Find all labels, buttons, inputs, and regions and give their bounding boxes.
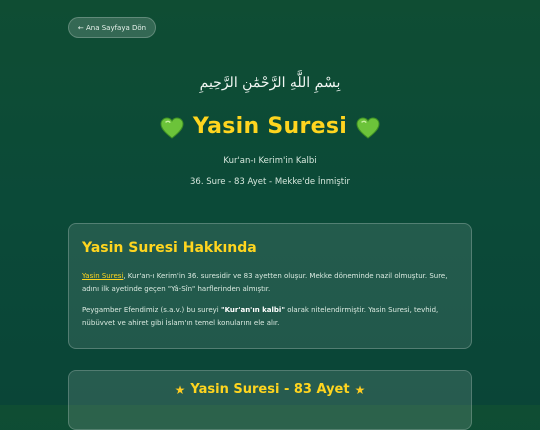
about-title: Yasin Suresi Hakkında [82, 240, 257, 256]
about-highlight: "Kur'an'ın kalbi" [220, 306, 285, 314]
about-paragraph-1-text: , Kur'an-ı Kerim'in 36. suresidir ve 83 … [82, 272, 448, 293]
about-paragraph-2: Peygamber Efendimiz (s.a.v.) bu sureyi "… [82, 304, 458, 330]
green-heart-icon [160, 116, 184, 139]
star-icon: ★ [354, 382, 366, 397]
title-row: Yasin Suresi [0, 114, 540, 139]
about-card: Yasin Suresi Hakkında Yasin Suresi, Kur'… [68, 223, 472, 349]
basmala: بِسْمِ اللَّهِ الرَّحْمَٰنِ الرَّحِيمِ [199, 75, 341, 91]
green-heart-icon [356, 116, 380, 139]
about-paragraph-1: Yasin Suresi, Kur'an-ı Kerim'in 36. sure… [82, 270, 458, 296]
verses-header: ★ Yasin Suresi - 83 Ayet ★ [69, 382, 471, 397]
verses-title: Yasin Suresi - 83 Ayet [190, 382, 350, 397]
verses-card: ★ Yasin Suresi - 83 Ayet ★ [68, 370, 472, 430]
back-to-home-button[interactable]: ← Ana Sayfaya Dön [68, 17, 156, 38]
page-subtitle: Kur'an-ı Kerim'in Kalbi [223, 156, 317, 166]
star-icon: ★ [174, 382, 186, 397]
page-title: Yasin Suresi [192, 114, 348, 139]
surah-meta: 36. Sure - 83 Ayet - Mekke'de İnmiştir [190, 177, 350, 187]
about-paragraph-2-pre: Peygamber Efendimiz (s.a.v.) bu sureyi [82, 306, 221, 314]
yasin-link[interactable]: Yasin Suresi [82, 272, 123, 280]
